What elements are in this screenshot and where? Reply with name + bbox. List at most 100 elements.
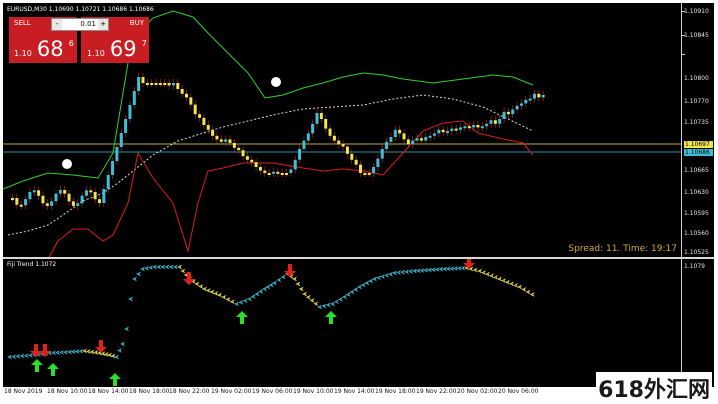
trend-arrow-mark	[280, 274, 286, 280]
candle-body	[11, 198, 14, 200]
time-label: 18 Nov 10:00	[47, 388, 88, 395]
trend-arrow-mark	[221, 294, 227, 300]
candle-body	[515, 105, 519, 110]
candle-body	[93, 191, 97, 200]
sell-signal-arrow	[284, 264, 296, 277]
buy-quote-big: 69	[109, 37, 137, 61]
candle-body	[232, 143, 236, 148]
indicator-axis-label: 1.1079	[684, 263, 705, 270]
trend-arrow-mark	[412, 268, 418, 274]
buy-signal-arrow	[325, 311, 337, 324]
candle-body	[263, 170, 267, 173]
trend-arrow-mark	[353, 287, 359, 292]
trend-arrow-mark	[63, 349, 69, 355]
trend-arrow-mark	[156, 264, 162, 270]
trend-arrow-mark	[82, 348, 88, 354]
candle-body	[332, 135, 336, 141]
candle-body	[432, 133, 436, 136]
trend-arrow-mark	[342, 294, 348, 300]
buy-quote: 1.10 69 7	[87, 39, 147, 60]
lot-increase-button[interactable]: +	[98, 19, 108, 30]
sell-quote-prefix: 1.10	[14, 49, 32, 58]
time-label: 18 Nov 22:00	[169, 388, 210, 395]
lot-size-field[interactable]: - 0.01 +	[51, 18, 109, 31]
candle-body	[411, 140, 415, 145]
sell-signal-arrow	[463, 259, 475, 269]
candle-body	[19, 204, 23, 207]
price-label: 1.10665	[684, 167, 709, 174]
candle-body	[385, 141, 389, 149]
candle-body	[511, 109, 515, 115]
main-chart-pane[interactable]: EURUSD,M30 1.10690 1.10721 1.10686 1.106…	[3, 3, 681, 257]
time-label: 19 Nov 06:00	[252, 388, 293, 395]
trend-arrow-mark	[364, 280, 370, 286]
candle-body	[63, 190, 67, 194]
candle-body	[415, 138, 419, 141]
candle-body	[315, 113, 319, 124]
candle-body	[154, 83, 158, 85]
candle-body	[58, 190, 62, 194]
trend-arrow-mark	[449, 266, 455, 272]
candle-body	[376, 158, 380, 167]
candle-body	[489, 120, 493, 124]
candle-body	[389, 137, 393, 142]
trend-arrow-mark	[292, 276, 298, 282]
buy-signal-arrow	[236, 311, 248, 324]
candle-body	[428, 135, 432, 138]
lot-decrease-button[interactable]: -	[52, 19, 62, 30]
price-label: 1.10845	[684, 32, 709, 39]
sell-quote: 1.10 68 6	[14, 39, 74, 60]
trend-arrow-mark	[59, 349, 65, 355]
candle-body	[537, 93, 541, 98]
candle-body	[80, 195, 84, 204]
price-axis[interactable]: 1.10910 1.10845 1.10845 1.10800 1.10770 …	[681, 3, 715, 387]
trend-arrow-mark	[517, 284, 523, 290]
sell-signal-arrow	[30, 344, 42, 357]
candle-body	[228, 139, 232, 143]
trend-arrow-mark	[78, 348, 84, 354]
symbol-info: EURUSD,M30 1.10690 1.10721 1.10686 1.106…	[7, 6, 154, 13]
trend-arrow-mark	[268, 282, 274, 288]
buy-signal-arrow	[31, 359, 43, 372]
candle-body	[211, 129, 215, 136]
buy-signal-arrow	[47, 363, 59, 376]
trend-arrow-mark	[209, 289, 215, 295]
candle-body	[406, 139, 410, 145]
trend-arrow-mark	[276, 277, 282, 283]
axis-tick	[682, 54, 685, 55]
candle-body	[480, 126, 484, 129]
time-label: 18 Nov 18:00	[129, 388, 170, 395]
trend-arrow-mark	[325, 302, 331, 308]
trend-arrow-mark	[89, 349, 95, 355]
trend-arrow-mark	[305, 294, 311, 300]
time-label: 20 Nov 06:00	[498, 388, 539, 395]
lot-size-value[interactable]: 0.01	[64, 19, 96, 30]
candle-body	[167, 83, 171, 86]
indicator-pane[interactable]: Fiji Trend 1.1072	[3, 259, 681, 387]
candle-body	[193, 104, 197, 115]
trend-arrow-mark	[107, 352, 113, 358]
trend-arrow-mark	[144, 265, 150, 271]
trend-arrow-mark	[194, 281, 200, 287]
candle-body	[328, 128, 332, 136]
trend-arrow-mark	[15, 353, 21, 359]
trend-arrow-mark	[74, 349, 80, 354]
trend-arrow-mark	[434, 267, 440, 272]
site-watermark: 618外汇网	[596, 372, 712, 404]
candle-body	[398, 129, 402, 134]
trend-arrow-mark	[357, 284, 363, 290]
trend-arrow-mark	[103, 351, 109, 357]
candle-body	[145, 83, 149, 85]
trend-arrow-mark	[317, 304, 323, 310]
candle-body	[380, 149, 384, 159]
candle-body	[519, 103, 523, 106]
trend-arrow-mark	[164, 264, 170, 270]
sell-quote-big: 68	[36, 37, 64, 61]
candle-body	[533, 93, 536, 99]
trend-arrow-mark	[272, 280, 278, 286]
candle-body	[124, 119, 128, 133]
indicator-label: Fiji Trend 1.1072	[7, 261, 57, 268]
buy-quote-point: 7	[141, 39, 147, 48]
candle-body	[89, 190, 93, 193]
trend-arrow-mark	[423, 267, 429, 273]
